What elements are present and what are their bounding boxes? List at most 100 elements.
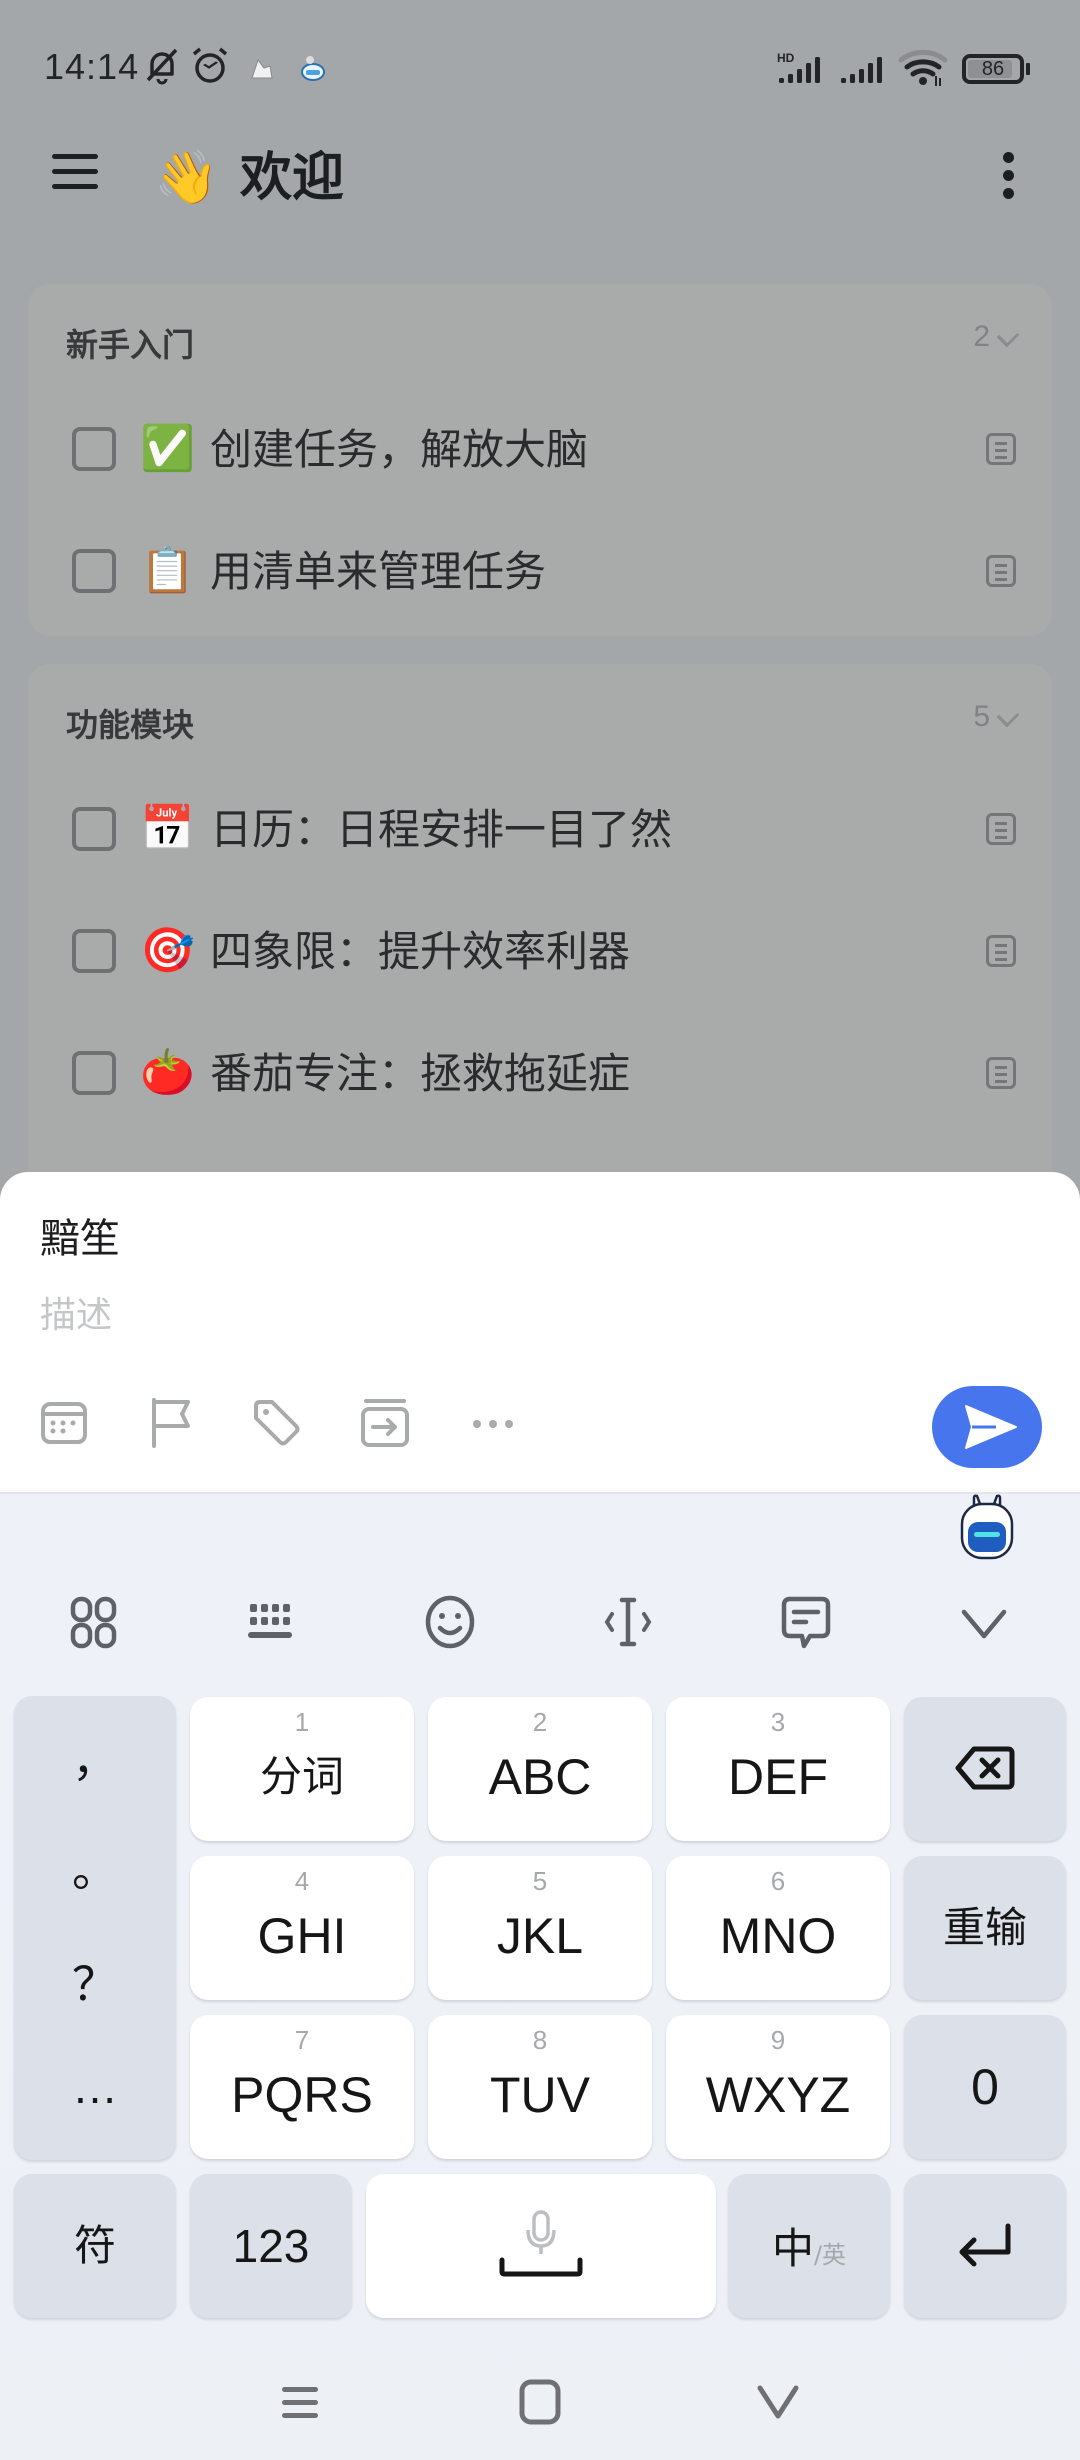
keyboard-layout-icon[interactable] (244, 1594, 300, 1650)
priority-flag-icon[interactable] (148, 1398, 198, 1448)
notification-app-icon-1 (251, 58, 273, 79)
menu-line (52, 169, 98, 174)
hd-signal-icon: HD (777, 51, 820, 83)
battery-level: 86 (981, 58, 1005, 80)
chevron-down-icon[interactable] (996, 324, 1020, 348)
collapse-keyboard-icon[interactable] (956, 1594, 1012, 1650)
task-title[interactable]: 番茄专注：拯救拖延症 (210, 1048, 630, 1100)
hamburger-menu-button[interactable] (52, 154, 100, 202)
dot (1002, 170, 1014, 181)
task-checkbox[interactable] (72, 1051, 116, 1095)
section-title: 新手入门 (66, 326, 195, 364)
alarm-icon (192, 47, 228, 83)
send-button[interactable] (932, 1386, 1042, 1468)
section-card-getting-started: 新手入门 2 ✅ 创建任务，解放大脑 📋 用清单来管理任务 (28, 284, 1052, 636)
emoji-icon[interactable] (422, 1594, 478, 1650)
task-checkbox[interactable] (72, 807, 116, 851)
back-icon[interactable] (750, 2374, 806, 2430)
key-4[interactable]: 4 GHI (190, 1856, 414, 2000)
ellipsis-key[interactable]: … (14, 2060, 176, 2114)
enter-key[interactable] (904, 2174, 1066, 2318)
task-checkbox[interactable] (72, 427, 116, 471)
chevron-down-icon[interactable] (996, 704, 1020, 728)
section-header[interactable]: 功能模块 5 (28, 664, 1052, 768)
apps-grid-icon[interactable] (66, 1594, 122, 1650)
more-icon[interactable] (468, 1398, 518, 1448)
task-row[interactable]: 🍅 番茄专注：拯救拖延症 (28, 1012, 1052, 1134)
key-6[interactable]: 6 MNO (666, 1856, 890, 2000)
key-number: 8 (532, 2025, 548, 2055)
quick-add-toolbar (0, 1382, 1080, 1462)
language-switch-key[interactable]: 中/英 (728, 2174, 890, 2318)
task-checkbox[interactable] (72, 549, 116, 593)
task-row[interactable]: 🎯 四象限：提升效率利器 (28, 890, 1052, 1012)
section-header[interactable]: 新手入门 2 (28, 284, 1052, 388)
more-options-button[interactable] (998, 152, 1018, 208)
description-input[interactable]: 描述 (40, 1286, 940, 1338)
key-label: 分词 (259, 1752, 344, 1801)
cursor-move-icon[interactable] (600, 1594, 656, 1650)
comma-key[interactable]: ， (14, 1724, 176, 1790)
clipboard-message-icon[interactable] (778, 1594, 834, 1650)
lang-alt: /英 (813, 2241, 847, 2269)
task-title-input[interactable] (40, 1212, 940, 1258)
key-5[interactable]: 5 JKL (428, 1856, 652, 2000)
numbers-key[interactable]: 123 (190, 2174, 352, 2318)
period-key[interactable]: 。 (14, 1834, 176, 1900)
date-icon[interactable] (40, 1398, 90, 1448)
punctuation-column: ， 。 ？ … (14, 1696, 176, 2160)
move-to-list-icon[interactable] (360, 1398, 410, 1448)
key-label: TUV (490, 2067, 590, 2123)
key-2[interactable]: 2 ABC (428, 1697, 652, 1841)
lang-main: 中 (771, 2224, 814, 2273)
menu-line (52, 184, 98, 189)
space-key[interactable] (366, 2174, 716, 2318)
backspace-key[interactable] (904, 1697, 1066, 1841)
key-number: 2 (532, 1707, 548, 1737)
recents-icon[interactable] (272, 2374, 328, 2430)
task-title[interactable]: 四象限：提升效率利器 (210, 926, 630, 978)
ime-assistant-mascot-icon[interactable] (956, 1494, 1018, 1560)
key-8[interactable]: 8 TUV (428, 2015, 652, 2159)
task-title[interactable]: 创建任务，解放大脑 (210, 424, 588, 476)
page-title: 欢迎 (240, 148, 345, 208)
status-bar: 14:14 HD 86 (0, 0, 1080, 130)
key-number: 6 (770, 1866, 786, 1896)
clipboard-emoji-icon: 📋 (140, 545, 195, 596)
key-label: GHI (257, 1908, 347, 1964)
section-count: 2 (973, 320, 990, 353)
question-key[interactable]: ？ (14, 1948, 176, 2014)
target-emoji-icon: 🎯 (140, 925, 195, 976)
system-navigation-bar (0, 2340, 1080, 2460)
key-label: 123 (232, 2220, 310, 2272)
key-number: 1 (294, 1707, 310, 1737)
symbols-key[interactable]: 符 (14, 2174, 176, 2318)
dot (1002, 152, 1014, 163)
key-1[interactable]: 1 分词 (190, 1697, 414, 1841)
reenter-key[interactable]: 重输 (904, 1856, 1066, 2000)
task-checkbox[interactable] (72, 929, 116, 973)
menu-line (52, 154, 98, 159)
wifi-icon (898, 49, 948, 86)
tag-icon[interactable] (252, 1398, 302, 1448)
task-title[interactable]: 用清单来管理任务 (210, 546, 546, 598)
check-mark-emoji-icon: ✅ (140, 423, 195, 474)
backspace-icon (955, 1746, 1015, 1790)
task-title[interactable]: 日历：日程安排一目了然 (210, 804, 672, 856)
send-icon (965, 1405, 1017, 1449)
home-icon[interactable] (512, 2374, 568, 2430)
signal-icon (841, 57, 882, 83)
key-label: MNO (719, 1908, 837, 1964)
key-9[interactable]: 9 WXYZ (666, 2015, 890, 2159)
task-row[interactable]: 📅 日历：日程安排一目了然 (28, 768, 1052, 890)
key-label: WXYZ (705, 2067, 851, 2123)
key-3[interactable]: 3 DEF (666, 1697, 890, 1841)
section-count: 5 (973, 700, 990, 733)
key-0[interactable]: 0 (904, 2015, 1066, 2159)
task-row[interactable]: 📋 用清单来管理任务 (28, 510, 1052, 632)
key-7[interactable]: 7 PQRS (190, 2015, 414, 2159)
enter-icon (959, 2223, 1011, 2267)
task-row[interactable]: ✅ 创建任务，解放大脑 (28, 388, 1052, 510)
key-number: 9 (770, 2025, 786, 2055)
waving-hand-icon: 👋 (154, 148, 219, 208)
